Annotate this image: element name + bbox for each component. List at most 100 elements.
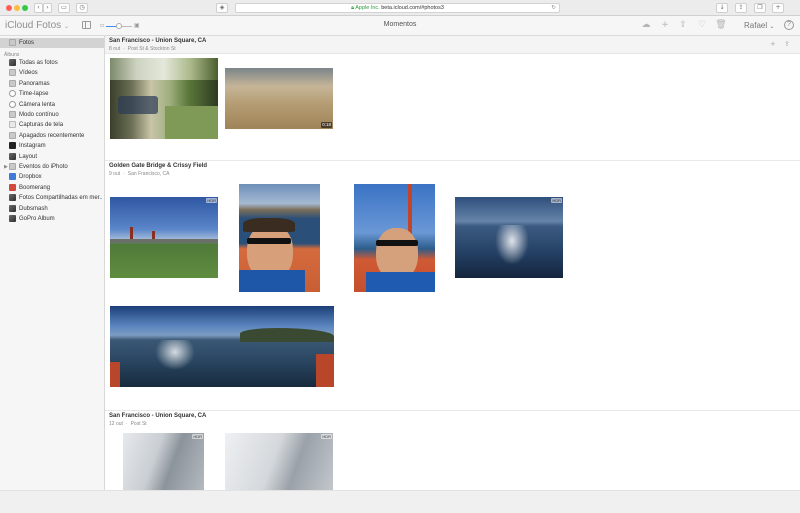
share-photo-icon[interactable]: ⇪ xyxy=(677,19,689,31)
folder-icon xyxy=(9,163,16,170)
sidebar-item-label: Panoramas xyxy=(19,80,50,87)
photo-thumbnail[interactable]: HDR xyxy=(110,197,218,278)
back-icon[interactable]: ‹ xyxy=(34,3,43,13)
page-footer-area xyxy=(0,490,800,513)
share-icon[interactable]: ⇪ xyxy=(735,3,747,13)
sidebar-item-album[interactable]: Apagados recentemente xyxy=(0,131,104,141)
sidebar-item-label: Time-lapse xyxy=(19,91,49,98)
share-icon[interactable]: ⇪ xyxy=(784,40,790,48)
video-thumbnail[interactable]: 0:18 xyxy=(225,68,333,129)
app-brand[interactable]: iCloud Fotos ⌄ xyxy=(5,20,69,31)
album-icon xyxy=(9,215,16,222)
sidebar-item-album[interactable]: Fotos Compartilhadas em mer... xyxy=(0,193,104,203)
app-toolbar: iCloud Fotos ⌄ ▫ ▣ Momentos ☁ + ⇪ ♡ 🗑︎ R… xyxy=(0,16,800,36)
moment-place[interactable]: Post St xyxy=(131,421,147,427)
sidebar-item-album[interactable]: Vídeos xyxy=(0,68,104,78)
tabs-overview-icon[interactable]: ❐ xyxy=(754,3,766,13)
sidebar-item-album[interactable]: ▶ Eventos do iPhoto xyxy=(0,162,104,172)
photo-thumbnail[interactable] xyxy=(110,58,218,139)
user-menu[interactable]: Rafael ⌄ xyxy=(744,21,774,30)
sidebar-item-album[interactable]: GoPro Album xyxy=(0,214,104,224)
sidebar-item-album[interactable]: Time-lapse xyxy=(0,89,104,99)
hdr-badge: HDR xyxy=(321,434,332,439)
time-lapse-icon xyxy=(9,90,16,98)
sidebar-item-label: Câmera lenta xyxy=(19,101,56,108)
upload-icon[interactable]: ☁ xyxy=(640,19,652,31)
favorite-icon[interactable]: ♡ xyxy=(696,19,708,31)
chevron-down-icon: ⌄ xyxy=(769,23,775,30)
moment-place[interactable]: San Francisco, CA xyxy=(128,171,170,177)
chevron-down-icon: ⌄ xyxy=(63,23,69,30)
photo-thumbnail[interactable]: HDR xyxy=(455,197,563,278)
add-icon[interactable]: + xyxy=(770,40,776,48)
moment-title[interactable]: San Francisco - Union Square, CA xyxy=(109,413,206,419)
sidebar-item-album[interactable]: Capturas de tela xyxy=(0,120,104,130)
album-icon xyxy=(9,173,16,181)
disclosure-triangle-icon[interactable]: ▶ xyxy=(4,162,8,172)
moments-view: San Francisco - Union Square, CA 8 out · P… xyxy=(105,36,800,490)
help-button[interactable]: ? xyxy=(784,20,794,30)
sidebar-item-album[interactable]: Dubsmash xyxy=(0,204,104,214)
trash-icon xyxy=(9,131,16,139)
sidebar-item-album[interactable]: Modo contínuo xyxy=(0,110,104,120)
album-icon xyxy=(9,194,16,202)
sidebar-item-album[interactable]: Dropbox xyxy=(0,172,104,182)
moment-date: 8 out · Post St & Stockton St xyxy=(109,46,176,52)
reload-icon[interactable]: ↻ xyxy=(551,4,556,12)
sidebar-item-album[interactable]: Layout xyxy=(0,152,104,162)
sidebar-item-album[interactable]: Câmera lenta xyxy=(0,100,104,110)
new-tab-icon[interactable]: + xyxy=(772,3,784,13)
zoom-window-button[interactable] xyxy=(22,5,28,11)
slow-motion-icon xyxy=(9,100,16,108)
album-icon xyxy=(9,142,16,150)
sidebar-item-album[interactable]: Panoramas xyxy=(0,79,104,89)
sidebar-item-album[interactable]: Instagram xyxy=(0,141,104,151)
sidebar-toggle-icon[interactable]: ▭ xyxy=(58,3,70,13)
panorama-thumbnail[interactable] xyxy=(110,306,334,387)
minimize-window-button[interactable] xyxy=(14,5,20,11)
sidebar-item-album[interactable]: Boomerang xyxy=(0,183,104,193)
sidebar-item-label: Dropbox xyxy=(19,174,42,181)
sidebar-toggle-button[interactable] xyxy=(82,21,91,29)
album-icon xyxy=(9,204,16,212)
moment-title[interactable]: San Francisco - Union Square, CA xyxy=(109,38,206,44)
moment-header: Golden Gate Bridge & Crissy Field 9 out ·… xyxy=(105,161,800,179)
delete-icon[interactable]: 🗑︎ xyxy=(715,19,727,31)
forward-icon[interactable]: › xyxy=(43,3,52,13)
photo-thumbnail[interactable]: HDR xyxy=(123,433,204,490)
sidebar-item-label: GoPro Album xyxy=(19,216,55,222)
all-photos-icon xyxy=(9,59,16,66)
address-url: beta.icloud.com/#photos3 xyxy=(381,5,444,11)
hdr-badge: HDR xyxy=(206,198,217,203)
photo-thumbnail[interactable] xyxy=(354,184,435,292)
close-window-button[interactable] xyxy=(6,5,12,11)
moment-date-text: 8 out xyxy=(109,46,121,52)
sidebar-item-label: Fotos Compartilhadas em mer... xyxy=(19,195,102,202)
user-name: Rafael xyxy=(744,21,768,30)
moment-place[interactable]: Post St & Stockton St xyxy=(128,46,176,52)
sidebar-item-album[interactable]: Todas as fotos xyxy=(0,58,104,68)
photo-thumbnail[interactable] xyxy=(239,184,320,292)
zoom-slider[interactable]: ▫ ▣ xyxy=(100,22,140,30)
address-bar[interactable]: 🔒︎ Apple Inc. beta.icloud.com/#photos3 ↻ xyxy=(235,3,560,13)
sidebar-item-label: Fotos xyxy=(19,40,35,46)
videos-icon xyxy=(9,69,16,77)
moment-header: San Francisco - Union Square, CA 12 out ·… xyxy=(105,411,800,429)
sidebar-item-label: Todas as fotos xyxy=(19,60,58,66)
zoom-knob[interactable] xyxy=(116,23,122,29)
top-sites-icon[interactable]: ◷ xyxy=(76,3,88,13)
sidebar-item-label: Vídeos xyxy=(19,70,38,77)
sidebar: Fotos Álbuns Todas as fotos Vídeos Panoram… xyxy=(0,36,105,490)
panoramas-icon xyxy=(9,79,16,87)
sidebar-item-label: Dubsmash xyxy=(19,205,48,212)
sidebar-item-fotos[interactable]: Fotos xyxy=(0,38,104,48)
moment-title[interactable]: Golden Gate Bridge & Crissy Field xyxy=(109,163,207,169)
sidebar-item-label: Boomerang xyxy=(19,184,51,191)
privacy-shield-icon[interactable]: ◈ xyxy=(216,3,228,13)
photo-thumbnail[interactable]: HDR xyxy=(225,433,333,490)
sidebar-item-label: Layout xyxy=(19,153,38,160)
browser-toolbar: ‹ › ▭ ◷ ◈ 🔒︎ Apple Inc. beta.icloud.com/… xyxy=(0,0,800,16)
add-icon[interactable]: + xyxy=(659,19,671,31)
moment-date-text: 9 out xyxy=(109,171,121,177)
download-icon[interactable]: ↓ xyxy=(716,3,728,13)
